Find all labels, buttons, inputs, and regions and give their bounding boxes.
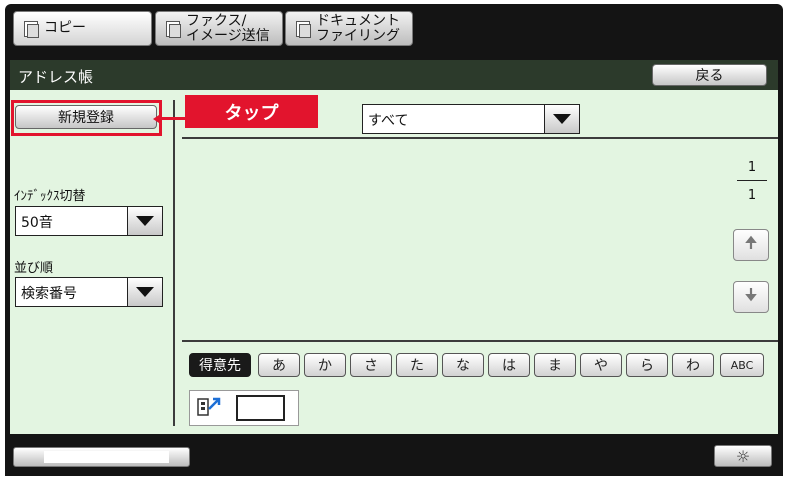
- tab-filing-label: ドキュメント ファイリング: [316, 12, 400, 44]
- page-fraction-bar: [737, 180, 767, 181]
- scroll-up-button[interactable]: 🠉: [733, 229, 769, 261]
- number-search-icon[interactable]: [194, 395, 224, 421]
- index-button-customer[interactable]: 得意先: [189, 353, 251, 377]
- callout-line: [160, 117, 186, 120]
- index-select[interactable]: 50音: [15, 206, 163, 236]
- sort-value: 検索番号: [21, 286, 77, 302]
- copy-icon: [22, 20, 40, 38]
- index-button-ka[interactable]: か: [304, 353, 346, 377]
- tab-copy-label: コピー: [44, 20, 86, 36]
- status-slider[interactable]: [13, 447, 190, 467]
- address-book-panel: [10, 90, 778, 434]
- fax-icon: [164, 20, 182, 38]
- tab-fax-label: ファクス/ イメージ送信: [186, 12, 270, 44]
- brightness-button[interactable]: ☼: [714, 445, 772, 467]
- tab-copy[interactable]: コピー: [13, 11, 152, 46]
- slider-fill: [44, 451, 169, 463]
- list-top-divider: [182, 137, 778, 139]
- page-total: 1: [747, 188, 757, 203]
- sun-icon: ☼: [735, 446, 751, 466]
- filter-select[interactable]: すべて: [362, 104, 580, 134]
- sort-order-label: 並び順: [14, 261, 54, 276]
- panel-divider: [173, 100, 175, 426]
- arrow-down-icon: 🠋: [744, 284, 758, 304]
- page-title: アドレス帳: [18, 68, 94, 86]
- document-filing-icon: [294, 20, 312, 38]
- index-button-abc[interactable]: ABC: [720, 353, 764, 377]
- scroll-down-button[interactable]: 🠋: [733, 281, 769, 313]
- callout-arrow-icon: [153, 113, 162, 125]
- tap-callout: タップ: [185, 95, 318, 128]
- sort-select[interactable]: 検索番号: [15, 277, 163, 307]
- filter-value: すべて: [368, 113, 409, 129]
- list-bottom-divider: [182, 340, 778, 342]
- highlight-box: [11, 100, 162, 136]
- index-button-ra[interactable]: ら: [626, 353, 668, 377]
- chevron-down-icon[interactable]: [127, 207, 162, 235]
- index-switch-label: ｲﾝﾃﾞｯｸｽ切替: [14, 189, 86, 204]
- index-button-ta[interactable]: た: [396, 353, 438, 377]
- index-button-a[interactable]: あ: [258, 353, 300, 377]
- index-button-sa[interactable]: さ: [350, 353, 392, 377]
- tab-document-filing[interactable]: ドキュメント ファイリング: [285, 11, 413, 46]
- index-button-ha[interactable]: は: [488, 353, 530, 377]
- index-button-na[interactable]: な: [442, 353, 484, 377]
- back-button[interactable]: 戻る: [652, 64, 767, 86]
- page-current: 1: [747, 160, 757, 175]
- index-value: 50音: [21, 215, 53, 231]
- index-button-ya[interactable]: や: [580, 353, 622, 377]
- number-search-input[interactable]: [236, 395, 285, 421]
- tab-fax-image-send[interactable]: ファクス/ イメージ送信: [155, 11, 283, 46]
- index-button-wa[interactable]: わ: [672, 353, 714, 377]
- index-button-ma[interactable]: ま: [534, 353, 576, 377]
- chevron-down-icon[interactable]: [544, 105, 579, 133]
- arrow-up-icon: 🠉: [744, 232, 758, 252]
- chevron-down-icon[interactable]: [127, 278, 162, 306]
